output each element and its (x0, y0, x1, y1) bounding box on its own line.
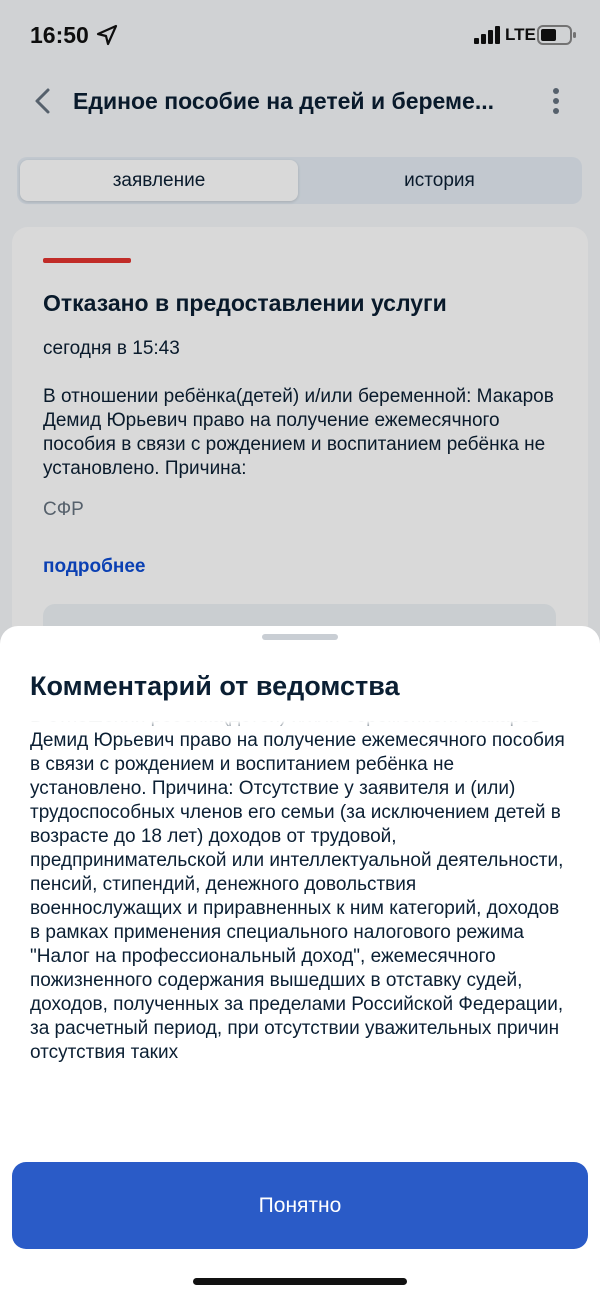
sheet-comment-text: В отношении ребёнка(детей) и/или беремен… (30, 721, 565, 1063)
sheet-drag-handle[interactable] (262, 634, 338, 640)
sheet-title: Комментарий от ведомства (30, 671, 400, 701)
scroll-fade (30, 721, 570, 733)
home-indicator (193, 1278, 407, 1285)
ok-button[interactable]: Понятно (12, 1162, 588, 1249)
bottom-sheet: Комментарий от ведомства В отношении реб… (0, 626, 600, 1297)
app-screen: 16:50 LTE Единое пособие на детей и бере… (0, 0, 600, 1297)
sheet-scroll-area[interactable]: В отношении ребёнка(детей) и/или беремен… (30, 721, 570, 1119)
